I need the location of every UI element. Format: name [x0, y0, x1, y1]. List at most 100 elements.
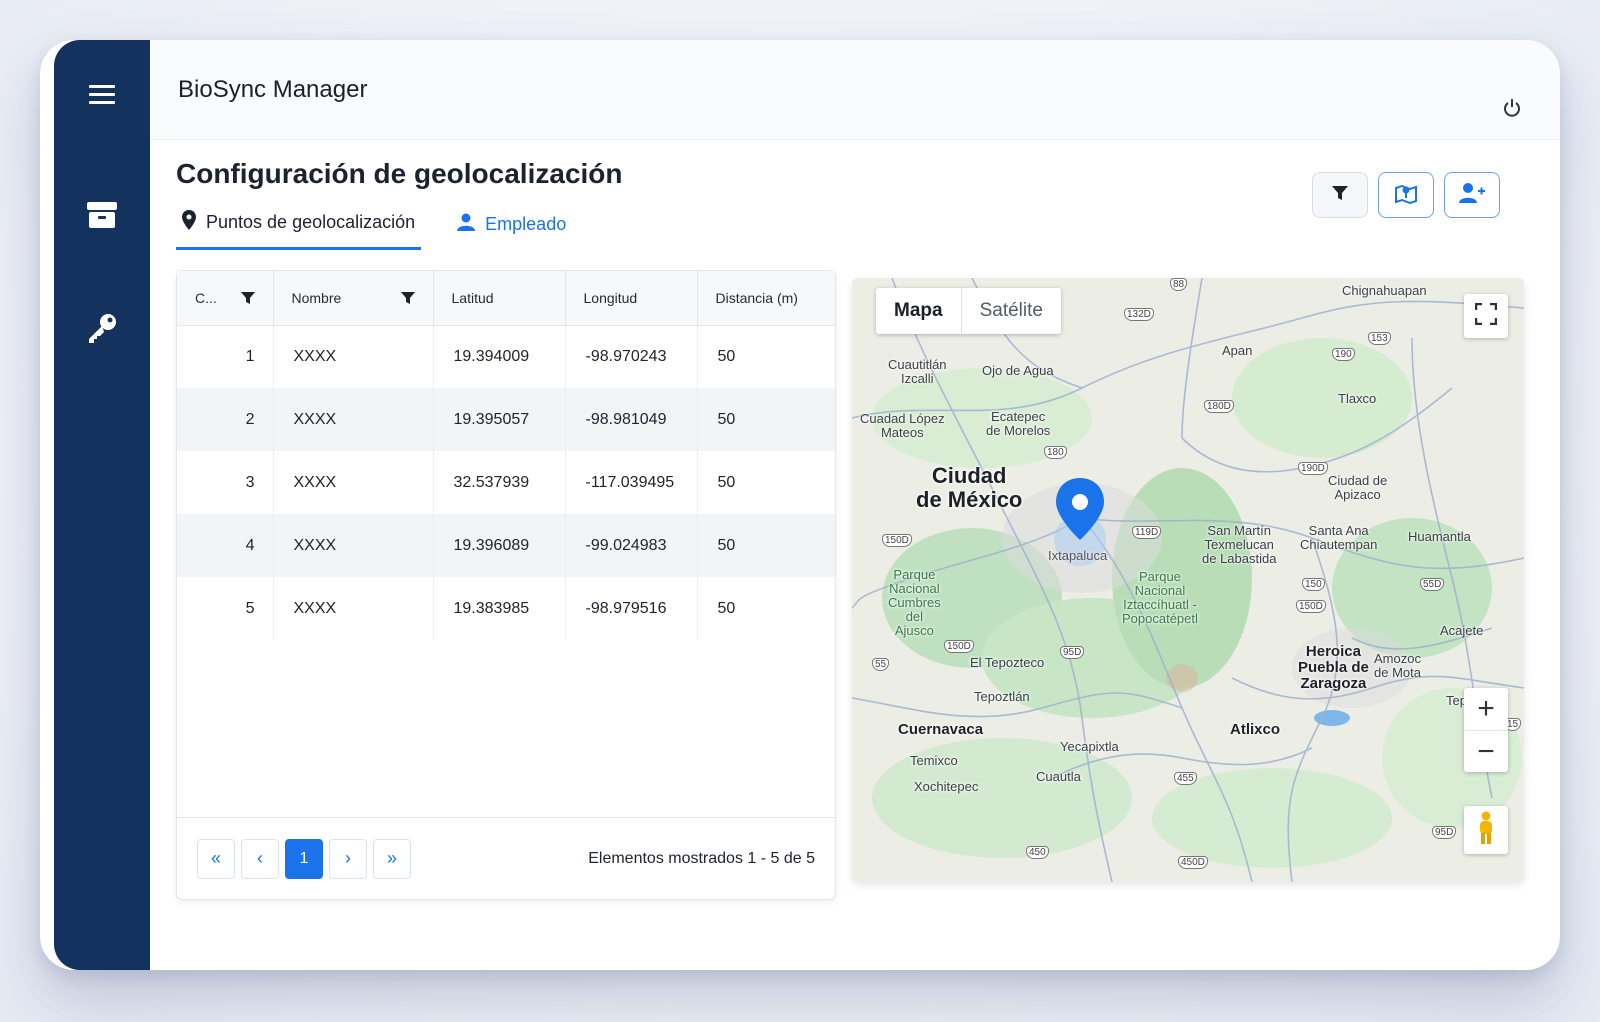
highway-shield: 180D	[1204, 400, 1234, 413]
zoom-in-button[interactable]: +	[1464, 688, 1508, 730]
table-row[interactable]: 5 XXXX 19.383985 -98.979516 50	[177, 577, 835, 640]
place-label: Santa Ana Chiautempan	[1300, 523, 1378, 552]
last-page-button[interactable]: »	[373, 838, 411, 879]
cell-name: XXXX	[273, 514, 434, 577]
pagination: « ‹ 1 › » Elementos mostrados 1 - 5 de 5	[177, 817, 835, 899]
app-title: BioSync Manager	[178, 76, 368, 103]
cell-distance: 50	[717, 599, 736, 617]
cell-distance: 50	[717, 473, 736, 491]
add-user-button[interactable]	[1444, 172, 1500, 218]
highway-shield: 55D	[1420, 578, 1445, 591]
cell-longitude: -98.981049	[565, 388, 698, 451]
highway-shield: 95D	[1060, 646, 1085, 659]
cell-name: XXXX	[273, 325, 434, 388]
cell-code: 5	[177, 577, 274, 640]
app-window: BioSync Manager Configuración de geoloca…	[40, 40, 1560, 970]
table-row[interactable]: 1 XXXX 19.394009 -98.970243 50	[177, 325, 835, 388]
filter-button[interactable]	[1312, 172, 1368, 218]
place-label: Apan	[1222, 343, 1253, 358]
place-label: El Tepozteco	[970, 655, 1045, 670]
cell-longitude: -98.970243	[565, 325, 698, 388]
map-type-satellite-button[interactable]: Satélite	[962, 288, 1061, 334]
first-page-button[interactable]: «	[197, 838, 235, 879]
highway-shield: 180	[1044, 446, 1067, 459]
next-page-button[interactable]: ›	[329, 838, 367, 879]
place-label: Ciudad de Apizaco	[1328, 473, 1388, 502]
tab-employee[interactable]: Empleado	[451, 210, 572, 250]
place-label: Tlaxco	[1338, 391, 1377, 406]
column-header-latitude[interactable]: Latitud	[433, 271, 566, 326]
place-label: Cuautitlán Izcalli	[888, 357, 947, 386]
zoom-control: + −	[1464, 688, 1508, 772]
menu-icon[interactable]	[54, 65, 150, 125]
highway-shield: 150D	[882, 534, 912, 547]
place-label: Acajete	[1440, 623, 1484, 638]
fullscreen-icon	[1474, 302, 1498, 330]
cell-longitude: -99.024983	[565, 514, 698, 577]
place-label: Cuadad López Mateos	[860, 411, 945, 440]
top-bar: BioSync Manager	[150, 40, 1560, 140]
geolocation-table-card: C... Nombre Latitud Longitud Distancia (…	[176, 270, 836, 900]
city-label: Heroica Puebla de Zaragoza	[1298, 643, 1369, 692]
highway-shield: 190D	[1298, 462, 1328, 475]
highway-shield: 150	[1302, 578, 1325, 591]
place-label: San Martín Texmelucan de Labastida	[1202, 523, 1277, 566]
page-button-current[interactable]: 1	[285, 838, 323, 879]
place-label: Parque Nacional Iztaccíhuatl - Popocatép…	[1122, 569, 1198, 626]
map-view[interactable]: Ixtapaluca Chignahuapan Cuautitlán Izcal…	[852, 278, 1524, 882]
filter-icon	[1330, 183, 1350, 208]
column-header-name[interactable]: Nombre	[273, 271, 434, 326]
tab-geolocation-points[interactable]: Puntos de geolocalización	[176, 210, 422, 250]
table-row[interactable]: 4 XXXX 19.396089 -99.024983 50	[177, 514, 835, 577]
table-header-row: C... Nombre Latitud Longitud Distancia (…	[177, 271, 835, 326]
highway-shield: 455	[1174, 772, 1197, 785]
map-type-map-button[interactable]: Mapa	[876, 288, 962, 334]
power-icon[interactable]	[1502, 98, 1522, 123]
add-user-icon	[1459, 182, 1485, 209]
filter-icon[interactable]	[240, 291, 255, 305]
table-row[interactable]: 3 XXXX 32.537939 -117.039495 50	[177, 451, 835, 514]
cell-code: 1	[177, 325, 274, 388]
cell-name: XXXX	[273, 388, 434, 451]
highway-shield: 190	[1332, 348, 1355, 361]
city-label: Atlixco	[1230, 721, 1281, 738]
place-label: Xochitepec	[914, 779, 979, 794]
tab-bar: Puntos de geolocalización Empleado	[176, 210, 572, 250]
cell-latitude: 19.396089	[433, 514, 566, 577]
cell-code: 2	[177, 388, 274, 451]
marker-label: Ixtapaluca	[1048, 548, 1108, 563]
cell-distance: 50	[717, 347, 736, 365]
cell-name: XXXX	[273, 451, 434, 514]
map-view-button[interactable]	[1378, 172, 1434, 218]
tab-label: Empleado	[485, 213, 567, 234]
place-label: Yecapixtla	[1060, 739, 1119, 754]
cell-latitude: 19.383985	[433, 577, 566, 640]
street-view-button[interactable]	[1464, 806, 1508, 854]
column-header-longitude[interactable]: Longitud	[565, 271, 698, 326]
cell-latitude: 19.395057	[433, 388, 566, 451]
filter-icon[interactable]	[400, 291, 415, 305]
key-icon[interactable]	[54, 298, 150, 358]
highway-shield: 95D	[1432, 826, 1457, 839]
prev-page-button[interactable]: ‹	[241, 838, 279, 879]
highway-shield: 150D	[1296, 600, 1326, 613]
fullscreen-button[interactable]	[1464, 294, 1508, 338]
highway-shield: 132D	[1124, 308, 1154, 321]
pegman-icon	[1476, 811, 1496, 850]
column-header-code[interactable]: C...	[177, 271, 274, 326]
place-label: Amozoc de Mota	[1374, 651, 1421, 680]
place-label: Cuautla	[1036, 769, 1081, 784]
table-row[interactable]: 2 XXXX 19.395057 -98.981049 50	[177, 388, 835, 451]
highway-shield: 450	[1026, 846, 1049, 859]
place-label: Huamantla	[1408, 529, 1471, 544]
highway-shield: 153	[1368, 332, 1391, 345]
highway-shield: 119D	[1132, 526, 1162, 539]
map-icon	[1394, 182, 1418, 209]
highway-shield: 450D	[1178, 856, 1208, 869]
place-label: Temixco	[910, 753, 958, 768]
city-label: Cuernavaca	[898, 721, 984, 738]
zoom-out-button[interactable]: −	[1464, 730, 1508, 772]
archive-icon[interactable]	[54, 185, 150, 245]
pagination-info: Elementos mostrados 1 - 5 de 5	[588, 849, 815, 867]
column-header-distance[interactable]: Distancia (m)	[697, 271, 835, 326]
